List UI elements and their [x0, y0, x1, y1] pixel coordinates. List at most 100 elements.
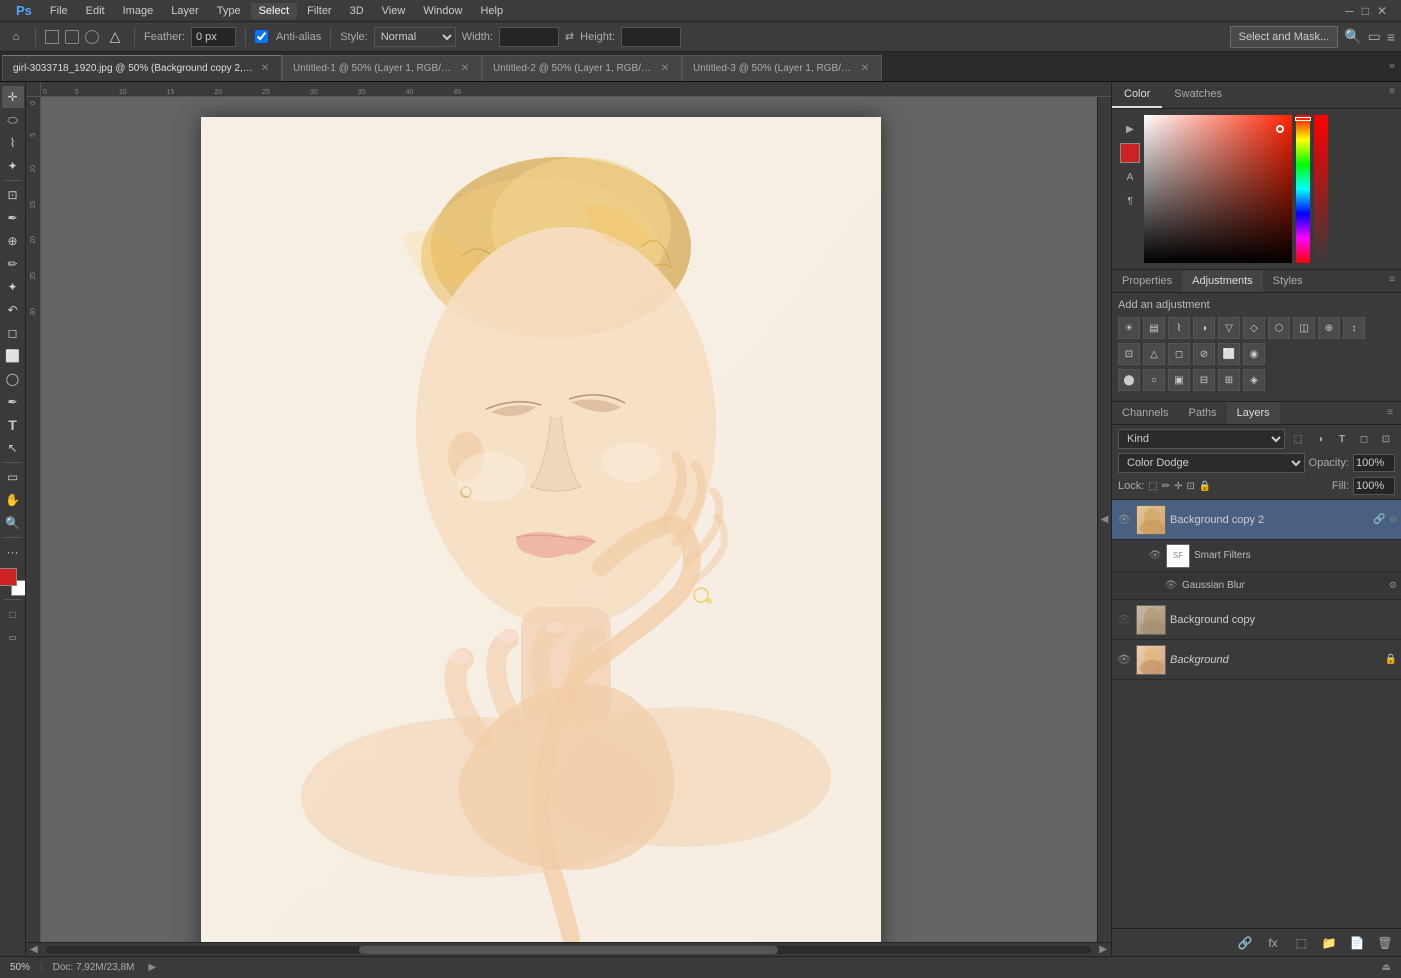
- tab-1-close[interactable]: ✕: [459, 63, 471, 75]
- path-select-tool[interactable]: ↖: [2, 437, 24, 459]
- menu-type[interactable]: Type: [209, 3, 249, 19]
- panel-toggle-icon[interactable]: ≡: [1387, 29, 1395, 45]
- spot-heal-tool[interactable]: ⊕: [2, 230, 24, 252]
- adj-colorbalance[interactable]: ⬡: [1268, 317, 1290, 339]
- menu-3d[interactable]: 3D: [342, 3, 372, 19]
- paragraph-icon[interactable]: ¶: [1120, 191, 1140, 211]
- gb-settings-icon[interactable]: ⚙: [1389, 580, 1397, 591]
- filter-shape-icon[interactable]: ◻: [1355, 430, 1373, 448]
- crop-tool[interactable]: ⊡: [2, 184, 24, 206]
- menu-image[interactable]: Image: [115, 3, 162, 19]
- scroll-right-btn[interactable]: ▶: [1095, 944, 1111, 955]
- move-tool[interactable]: ✛: [2, 86, 24, 108]
- screen-mode-btn[interactable]: ▭: [2, 626, 24, 648]
- status-arrow[interactable]: ▶: [148, 962, 156, 973]
- hand-tool[interactable]: ✋: [2, 489, 24, 511]
- adj-extra4[interactable]: ⊟: [1193, 369, 1215, 391]
- lock-position-icon[interactable]: ✛: [1174, 481, 1182, 492]
- fg-color-box[interactable]: [1120, 143, 1140, 163]
- adj-colorlookup[interactable]: ⊡: [1118, 343, 1140, 365]
- lock-artboard-icon[interactable]: ⊡: [1187, 481, 1195, 492]
- type-icon[interactable]: A: [1120, 167, 1140, 187]
- filter-type-icon[interactable]: T: [1333, 430, 1351, 448]
- menu-filter[interactable]: Filter: [299, 3, 339, 19]
- close-btn[interactable]: ✕: [1377, 4, 1387, 18]
- gradient-tool[interactable]: ⬜: [2, 345, 24, 367]
- blend-mode-select[interactable]: Color Dodge Normal Multiply Screen Overl…: [1118, 453, 1305, 473]
- tab-1[interactable]: Untitled-1 @ 50% (Layer 1, RGB/8#) ✕: [282, 55, 482, 81]
- width-input[interactable]: [499, 27, 559, 47]
- adj-extra2[interactable]: ○: [1143, 369, 1165, 391]
- adj-levels[interactable]: ▤: [1143, 317, 1165, 339]
- toolbar-home-icon[interactable]: ⌂: [6, 27, 26, 47]
- delete-layer-btn[interactable]: 🗑: [1375, 933, 1395, 953]
- adj-extra3[interactable]: ▣: [1168, 369, 1190, 391]
- adj-extra5[interactable]: ⊞: [1218, 369, 1240, 391]
- tab-3[interactable]: Untitled-3 @ 50% (Layer 1, RGB/8#) ✕: [682, 55, 882, 81]
- swatches-tab[interactable]: Swatches: [1162, 82, 1234, 108]
- layer-background-copy[interactable]: 👁 Background copy: [1112, 600, 1401, 640]
- layer-visibility-bg2[interactable]: 👁: [1116, 512, 1132, 528]
- kind-select[interactable]: Kind Name Effect: [1118, 429, 1285, 449]
- hue-strip[interactable]: [1296, 115, 1310, 263]
- adj-channelmix[interactable]: ↕: [1343, 317, 1365, 339]
- menu-view[interactable]: View: [374, 3, 414, 19]
- menu-edit[interactable]: Edit: [78, 3, 113, 19]
- adj-panel-menu[interactable]: ≡: [1383, 270, 1401, 292]
- minimize-btn[interactable]: ─: [1345, 4, 1354, 18]
- opacity-input[interactable]: [1353, 454, 1395, 472]
- new-group-btn[interactable]: 📁: [1319, 933, 1339, 953]
- scroll-left-btn[interactable]: ◀: [26, 944, 42, 955]
- zoom-tool[interactable]: 🔍: [2, 512, 24, 534]
- layer-smart-filters[interactable]: 👁 SF Smart Filters: [1112, 540, 1401, 572]
- layer-visibility-sf[interactable]: 👁: [1148, 548, 1162, 564]
- alpha-strip[interactable]: [1314, 115, 1328, 263]
- height-input[interactable]: [621, 27, 681, 47]
- adj-extra1[interactable]: ⬤: [1118, 369, 1140, 391]
- h-scrollbar[interactable]: ◀ ▶: [26, 942, 1111, 956]
- circle-icon[interactable]: [85, 30, 99, 44]
- filter-adjust-icon[interactable]: ◑: [1311, 430, 1329, 448]
- layers-tab[interactable]: Layers: [1227, 402, 1280, 424]
- swap-icon[interactable]: ⇄: [565, 30, 574, 43]
- tabs-collapse-btn[interactable]: »: [1383, 51, 1401, 81]
- layers-panel-menu[interactable]: ≡: [1379, 402, 1401, 424]
- color-panel-menu[interactable]: ≡: [1383, 82, 1401, 108]
- add-mask-btn[interactable]: ⬚: [1291, 933, 1311, 953]
- antialias-checkbox[interactable]: [255, 30, 268, 43]
- quick-mask-btn[interactable]: ⬚: [2, 603, 24, 625]
- filter-smart-icon[interactable]: ⊡: [1377, 430, 1395, 448]
- ellipse-select-tool[interactable]: ⬭: [2, 109, 24, 131]
- layer-visibility-gb[interactable]: 👁: [1164, 579, 1178, 593]
- adj-hsl[interactable]: ◇: [1243, 317, 1265, 339]
- style-select[interactable]: Normal Fixed Ratio Fixed Size: [374, 27, 456, 47]
- layer-visibility-bc[interactable]: 👁: [1116, 612, 1132, 628]
- magic-wand-tool[interactable]: ✦: [2, 155, 24, 177]
- canvas-scroll[interactable]: ◀: [41, 97, 1111, 942]
- color-tab[interactable]: Color: [1112, 82, 1162, 108]
- styles-tab[interactable]: Styles: [1263, 270, 1313, 292]
- properties-tab[interactable]: Properties: [1112, 270, 1182, 292]
- menu-ps-logo[interactable]: Ps: [8, 1, 40, 20]
- tab-3-close[interactable]: ✕: [859, 63, 871, 75]
- lock-image-icon[interactable]: ✏: [1162, 481, 1170, 492]
- play-icon[interactable]: ▶: [1120, 119, 1140, 139]
- feather-input[interactable]: [191, 27, 236, 47]
- adj-selectcolor[interactable]: ◉: [1243, 343, 1265, 365]
- h-scrollbar-track[interactable]: [46, 946, 1092, 954]
- channels-tab[interactable]: Channels: [1112, 402, 1178, 424]
- adj-extra6[interactable]: ◈: [1243, 369, 1265, 391]
- layer-gaussian-blur[interactable]: 👁 Gaussian Blur ⚙: [1112, 572, 1401, 600]
- search-icon[interactable]: 🔍: [1344, 28, 1361, 45]
- h-scrollbar-thumb[interactable]: [359, 946, 777, 954]
- color-picker-gradient[interactable]: [1144, 115, 1292, 263]
- history-brush-tool[interactable]: ↶: [2, 299, 24, 321]
- menu-select[interactable]: Select: [251, 3, 298, 19]
- select-mask-button[interactable]: Select and Mask...: [1230, 26, 1339, 48]
- tab-2[interactable]: Untitled-2 @ 50% (Layer 1, RGB/8#) ✕: [482, 55, 682, 81]
- tab-2-close[interactable]: ✕: [659, 63, 671, 75]
- menu-file[interactable]: File: [42, 3, 76, 19]
- panel-collapse-strip[interactable]: ◀: [1097, 97, 1111, 942]
- adj-brightness[interactable]: ☀: [1118, 317, 1140, 339]
- new-layer-btn[interactable]: 📄: [1347, 933, 1367, 953]
